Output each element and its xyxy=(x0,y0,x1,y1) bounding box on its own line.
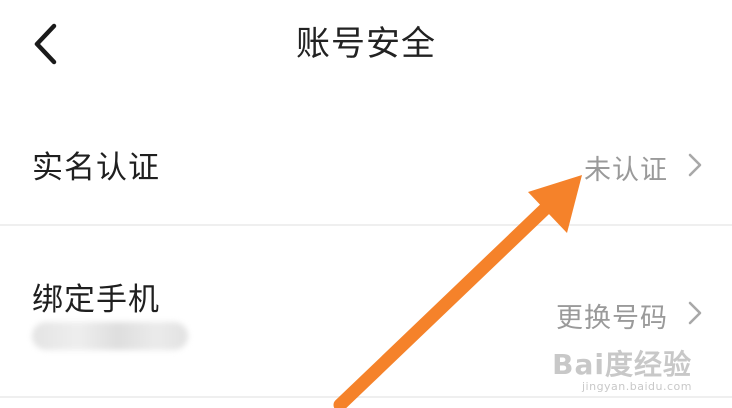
watermark-logo: Bai度经验 xyxy=(552,348,692,381)
settings-row-real-name-verification[interactable]: 实名认证 未认证 xyxy=(0,100,732,224)
chevron-right-icon xyxy=(684,298,706,328)
watermark: Bai度经验 jingyan.baidu.com xyxy=(542,350,692,394)
row-label: 绑定手机 xyxy=(32,282,160,318)
page-title: 账号安全 xyxy=(296,24,436,64)
masked-phone-number xyxy=(32,322,188,350)
row-value: 更换号码 xyxy=(556,303,668,334)
nav-bar: 账号安全 xyxy=(0,0,732,95)
chevron-right-icon xyxy=(684,150,706,180)
account-security-screen: 账号安全 实名认证 未认证 绑定手机 更换号码 Bai度经验 jingyan.b… xyxy=(0,0,732,408)
divider xyxy=(0,396,732,398)
watermark-url: jingyan.baidu.com xyxy=(581,380,692,393)
row-value: 未认证 xyxy=(584,155,668,186)
row-label: 实名认证 xyxy=(32,150,160,186)
